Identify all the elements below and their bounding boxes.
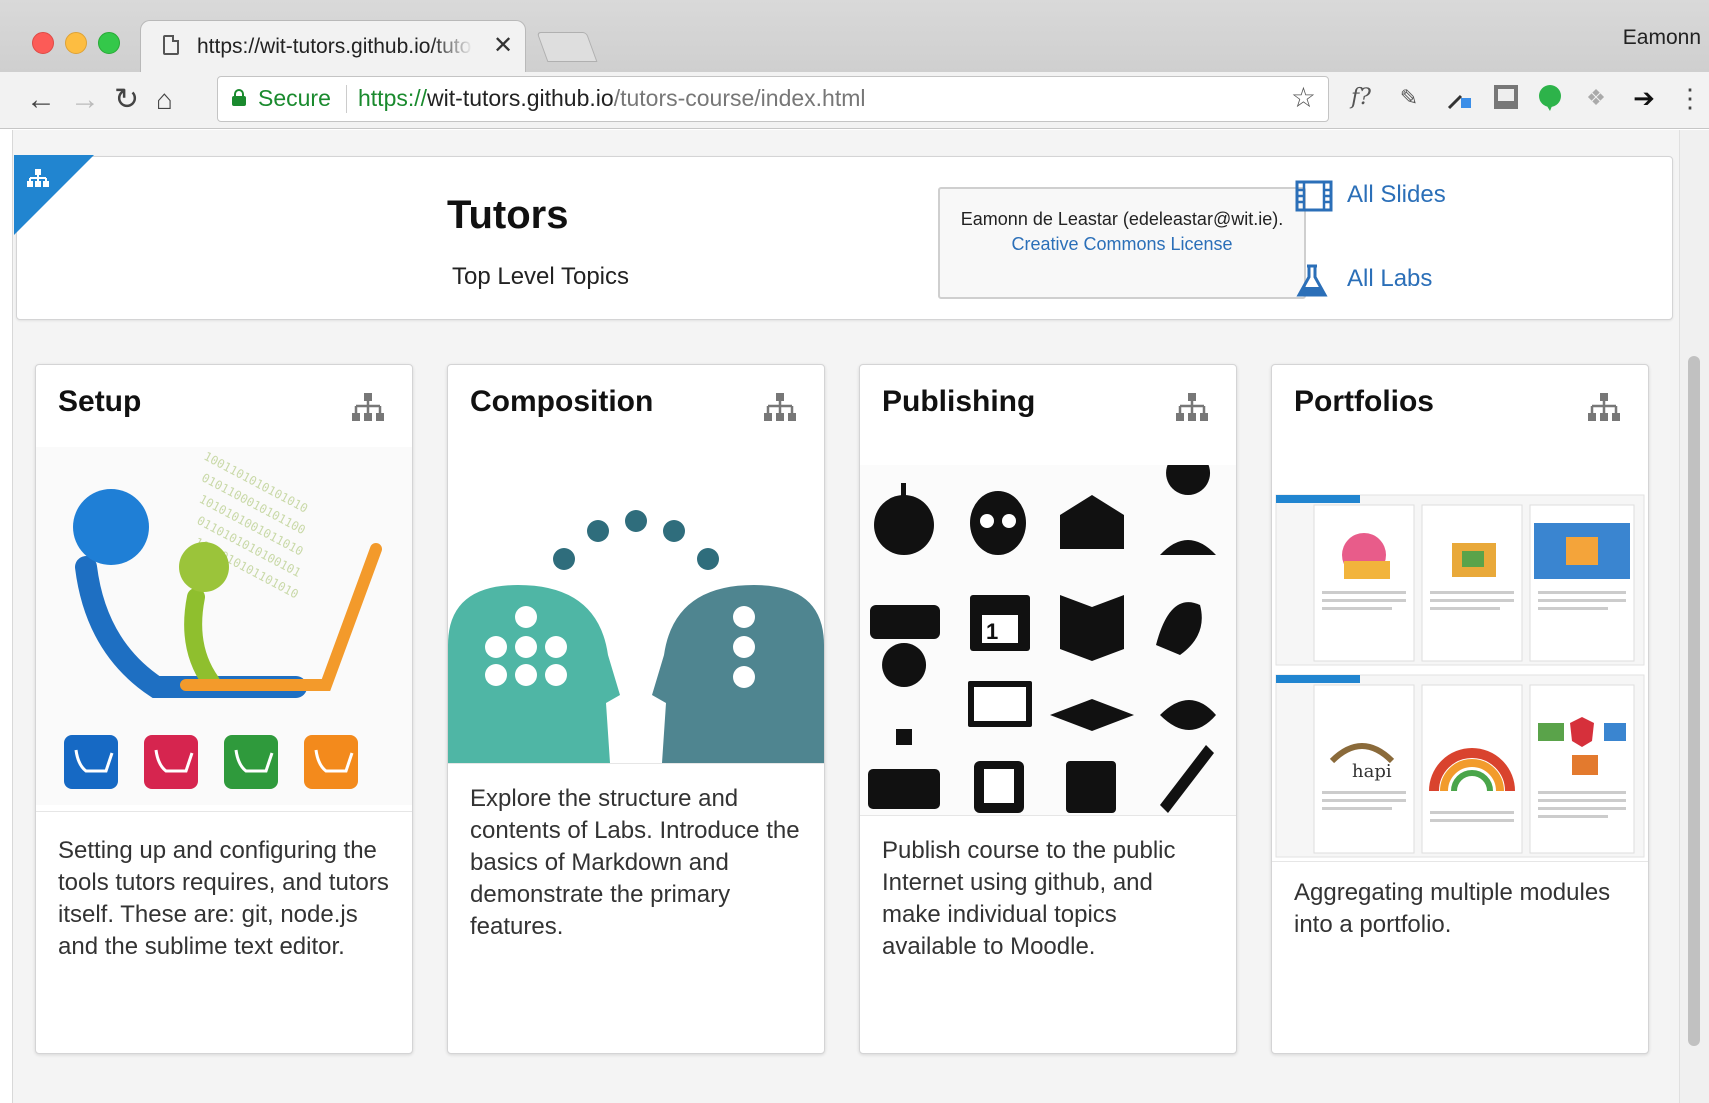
all-labs-label: All Labs: [1347, 265, 1433, 292]
topic-description: Explore the structure and contents of La…: [470, 785, 800, 940]
new-tab-button[interactable]: [536, 32, 598, 62]
topic-description: Publish course to the public Internet us…: [882, 837, 1176, 960]
formula-extension-icon[interactable]: f?: [1347, 84, 1375, 112]
url-host: wit-tutors.github.io: [427, 85, 614, 111]
film-icon: [1295, 180, 1333, 212]
topic-card-setup[interactable]: Setup 1001101010101010 0101100010101100 10…: [35, 364, 413, 1054]
browser-chrome: https://wit-tutors.github.io/tutors-cour…: [0, 0, 1709, 129]
all-slides-label: All Slides: [1347, 181, 1446, 208]
svg-text:hapi: hapi: [1352, 761, 1392, 782]
author-text: Eamonn de Leastar (edeleastar@wit.ie).: [960, 209, 1284, 229]
tab-close-icon[interactable]: ✕: [493, 31, 513, 60]
topic-description: Aggregating multiple modules into a port…: [1294, 879, 1611, 938]
maximize-window-button[interactable]: [98, 32, 120, 54]
publishing-icons-grid: 1: [860, 465, 1236, 815]
lock-icon: [232, 89, 246, 106]
composition-illustration: [448, 510, 824, 763]
bookmark-star-icon[interactable]: ☆: [1291, 81, 1316, 114]
url-text[interactable]: https://wit-tutors.github.io/tutors-cour…: [358, 85, 866, 112]
sitemap-icon[interactable]: [762, 391, 798, 425]
forward-icon[interactable]: →: [70, 80, 100, 120]
browser-tab[interactable]: https://wit-tutors.github.io/tutors-cour…: [140, 20, 526, 73]
menu-icon[interactable]: ⋮: [1676, 84, 1704, 112]
arrow-icon[interactable]: ➔: [1630, 84, 1658, 112]
topic-card-portfolios[interactable]: Portfolios hapi Aggregating multiple mod…: [1271, 364, 1649, 1054]
svg-text:1: 1: [986, 619, 998, 644]
all-labs-link[interactable]: All Labs: [1296, 264, 1433, 297]
sitemap-icon[interactable]: [25, 167, 55, 193]
topic-description: Setting up and configuring the tools tut…: [58, 837, 389, 960]
portfolio-thumbnails: hapi: [1272, 491, 1648, 861]
course-title: Tutors: [447, 193, 569, 237]
url-path: /tutors-course/index.html: [613, 85, 866, 111]
minimize-window-button[interactable]: [65, 32, 87, 54]
tab-title: https://wit-tutors.github.io/tutors-cour…: [197, 35, 473, 58]
course-header: Tutors Top Level Topics Eamonn de Leasta…: [14, 155, 1673, 320]
back-icon[interactable]: ←: [26, 80, 56, 120]
license-link[interactable]: Creative Commons License: [1011, 234, 1232, 254]
brush-icon[interactable]: ✎: [1395, 84, 1423, 112]
all-slides-link[interactable]: All Slides: [1295, 180, 1446, 212]
address-bar[interactable]: Secure https://wit-tutors.github.io/tuto…: [217, 76, 1329, 122]
topic-card-publishing[interactable]: Publishing 1 Publish course to the publi…: [859, 364, 1237, 1054]
card-divider: [1272, 861, 1648, 862]
page-scrollbar[interactable]: [1679, 130, 1709, 1103]
card-divider: [860, 815, 1236, 816]
secure-label: Secure: [258, 85, 331, 111]
topic-title: Composition: [470, 385, 654, 418]
scroll-thumb[interactable]: [1688, 356, 1700, 1046]
flask-icon: [1296, 264, 1328, 297]
card-divider: [36, 811, 412, 812]
close-window-button[interactable]: [32, 32, 54, 54]
sitemap-icon[interactable]: [1586, 391, 1622, 425]
browser-toolbar: ← → ↻ ⌂ Secure https://wit-tutors.github…: [0, 72, 1709, 128]
page-icon: [163, 35, 179, 55]
author-credits: Eamonn de Leastar (edeleastar@wit.ie). C…: [938, 187, 1306, 299]
setup-illustration: 1001101010101010010110001010110010101010…: [36, 447, 412, 805]
sitemap-icon[interactable]: [1174, 391, 1210, 425]
tab-strip: https://wit-tutors.github.io/tutors-cour…: [0, 0, 1709, 73]
jb-icon[interactable]: [1492, 84, 1520, 112]
card-divider: [448, 763, 824, 764]
course-subtitle: Top Level Topics: [452, 263, 629, 290]
topic-title: Portfolios: [1294, 385, 1434, 418]
profile-name[interactable]: Eamonn: [1623, 26, 1701, 50]
dropper-icon[interactable]: [1445, 84, 1473, 112]
home-icon[interactable]: ⌂: [156, 80, 173, 120]
topic-title: Publishing: [882, 385, 1036, 418]
page-content: Tutors Top Level Topics Eamonn de Leasta…: [12, 130, 1681, 1103]
sitemap-icon[interactable]: [350, 391, 386, 425]
reload-icon[interactable]: ↻: [114, 80, 139, 120]
topic-title: Setup: [58, 385, 142, 418]
dropbox-icon[interactable]: ❖: [1582, 84, 1610, 112]
evernote-icon[interactable]: [1536, 84, 1564, 112]
url-scheme: https://: [358, 85, 428, 111]
divider: [346, 85, 347, 113]
topic-card-composition[interactable]: Composition Explore the structure and co…: [447, 364, 825, 1054]
